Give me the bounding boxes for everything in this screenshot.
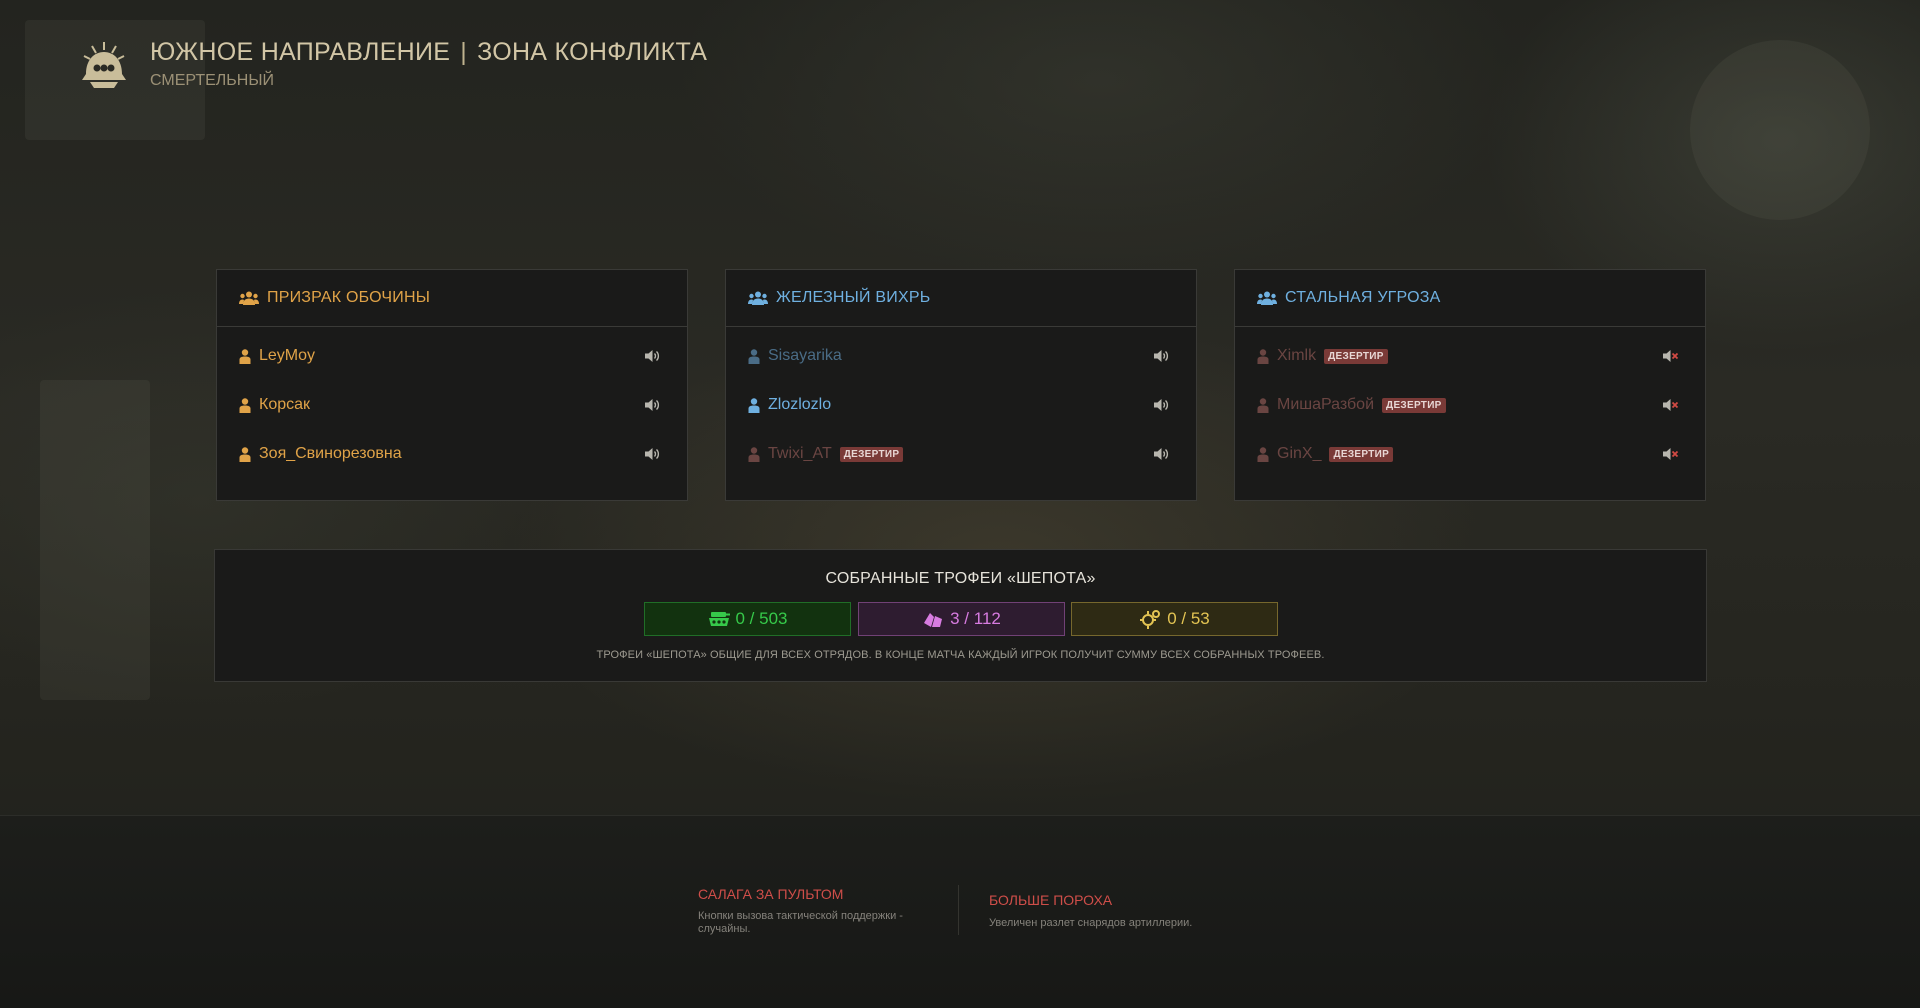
player-icon	[1257, 348, 1269, 364]
player-icon	[239, 446, 251, 462]
deserter-badge: ДЕЗЕРТИР	[1382, 397, 1446, 413]
modifier-desc-1: Кнопки вызова тактической поддержки - сл…	[698, 910, 903, 935]
modifier-divider	[958, 885, 959, 935]
player-name: GinX_	[1277, 445, 1322, 462]
squad-name: ЖЕЛЕЗНЫЙ ВИХРЬ	[776, 289, 931, 306]
trophy-value-gear: 0 / 53	[1167, 609, 1210, 628]
background-hud-vehicles	[40, 380, 150, 700]
player-row: Zlozlozlo	[748, 393, 1174, 417]
deserter-badge: ДЕЗЕРТИР	[1329, 446, 1394, 462]
speaker-icon[interactable]	[1152, 396, 1170, 414]
modifier-name-1: САЛАГА ЗА ПУЛЬТОМ	[698, 886, 844, 902]
player-row: Корсак	[239, 393, 665, 417]
player-row: Twixi_AT ДЕЗЕРТИР	[748, 442, 1174, 466]
player-name: Sisayarika	[768, 347, 842, 364]
speaker-muted-icon[interactable]	[1661, 396, 1679, 414]
player-name: Ximlk	[1277, 347, 1317, 364]
difficulty-label: СМЕРТЕЛЬНЫЙ	[150, 72, 274, 89]
player-icon	[748, 397, 760, 413]
gear-trophy-icon	[1140, 610, 1161, 629]
trophies-note: ТРОФЕИ «ШЕПОТА» ОБЩИЕ ДЛЯ ВСЕХ ОТРЯДОВ. …	[596, 649, 1325, 661]
player-name: LeyMoy	[259, 347, 316, 364]
speaker-icon[interactable]	[643, 445, 661, 463]
bottom-band	[0, 815, 1920, 1008]
squad-name: СТАЛЬНАЯ УГРОЗА	[1285, 289, 1441, 306]
player-name: Zlozlozlo	[768, 396, 832, 413]
speaker-icon[interactable]	[643, 347, 661, 365]
trophies-title: СОБРАННЫЕ ТРОФЕИ «ШЕПОТА»	[825, 570, 1096, 587]
squad-icon	[748, 291, 768, 305]
modifier-desc-2: Увеличен разлет снарядов артиллерии.	[989, 917, 1193, 929]
modifier-name-2: БОЛЬШЕ ПОРОХА	[989, 892, 1113, 908]
speaker-muted-icon[interactable]	[1661, 445, 1679, 463]
deserter-badge: ДЕЗЕРТИР	[1324, 348, 1388, 364]
squad-header: ЖЕЛЕЗНЫЙ ВИХРЬ	[726, 270, 1196, 327]
player-icon	[239, 397, 251, 413]
mission-mode: ЗОНА КОНФЛИКТА	[477, 38, 708, 66]
trophies-panel: СОБРАННЫЕ ТРОФЕИ «ШЕПОТА» 0 / 503 3 / 11…	[214, 549, 1707, 682]
player-row: GinX_ ДЕЗЕРТИР	[1257, 442, 1683, 466]
crystal-trophy-icon	[924, 613, 943, 627]
trophy-value-tank: 0 / 503	[735, 609, 788, 628]
player-name: МишаРазбой	[1277, 396, 1375, 413]
mission-region: ЮЖНОЕ НАПРАВЛЕНИЕ	[150, 38, 451, 66]
player-row: МишаРазбой ДЕЗЕРТИР	[1257, 393, 1683, 417]
tank-trophy-icon	[708, 612, 730, 626]
player-row: Ximlk ДЕЗЕРТИР	[1257, 344, 1683, 368]
speaker-muted-icon[interactable]	[1661, 347, 1679, 365]
squad-header: ПРИЗРАК ОБОЧИНЫ	[217, 270, 687, 327]
background-hud-minimap	[1690, 40, 1870, 220]
player-icon	[1257, 446, 1269, 462]
speaker-icon[interactable]	[1152, 347, 1170, 365]
player-icon	[748, 446, 760, 462]
player-icon	[1257, 397, 1269, 413]
mission-title: ЮЖНОЕ НАПРАВЛЕНИЕ | ЗОНА КОНФЛИКТА	[150, 38, 707, 67]
trophy-counter-tank: 0 / 503	[644, 602, 851, 636]
squad-icon	[1257, 291, 1277, 305]
trophy-counter-gear: 0 / 53	[1071, 602, 1278, 636]
squad-name: ПРИЗРАК ОБОЧИНЫ	[267, 289, 431, 306]
speaker-icon[interactable]	[1152, 445, 1170, 463]
player-icon	[748, 348, 760, 364]
squad-header: СТАЛЬНАЯ УГРОЗА	[1235, 270, 1705, 327]
squad-panel: ПРИЗРАК ОБОЧИНЫ LeyMoy Корсак Зоя_Свинорезо…	[216, 269, 688, 501]
player-row: LeyMoy	[239, 344, 665, 368]
squad-panel: СТАЛЬНАЯ УГРОЗА Ximlk ДЕЗЕРТИР МишаРазбой ДЕ…	[1234, 269, 1706, 501]
squad-icon	[239, 291, 259, 305]
squad-panel: ЖЕЛЕЗНЫЙ ВИХРЬ Sisayarika Zlozlozlo Twixi_A…	[725, 269, 1197, 501]
trophy-value-crystal: 3 / 112	[950, 609, 1001, 628]
speaker-icon[interactable]	[643, 396, 661, 414]
trophy-counter-crystal: 3 / 112	[858, 602, 1065, 636]
player-icon	[239, 348, 251, 364]
player-row: Sisayarika	[748, 344, 1174, 368]
player-name: Зоя_Свинорезовна	[259, 445, 402, 462]
skull-emblem-icon	[82, 42, 126, 88]
player-row: Зоя_Свинорезовна	[239, 442, 665, 466]
player-name: Корсак	[259, 396, 311, 413]
title-separator: |	[460, 38, 468, 66]
deserter-badge: ДЕЗЕРТИР	[839, 446, 904, 462]
player-name: Twixi_AT	[768, 445, 832, 462]
